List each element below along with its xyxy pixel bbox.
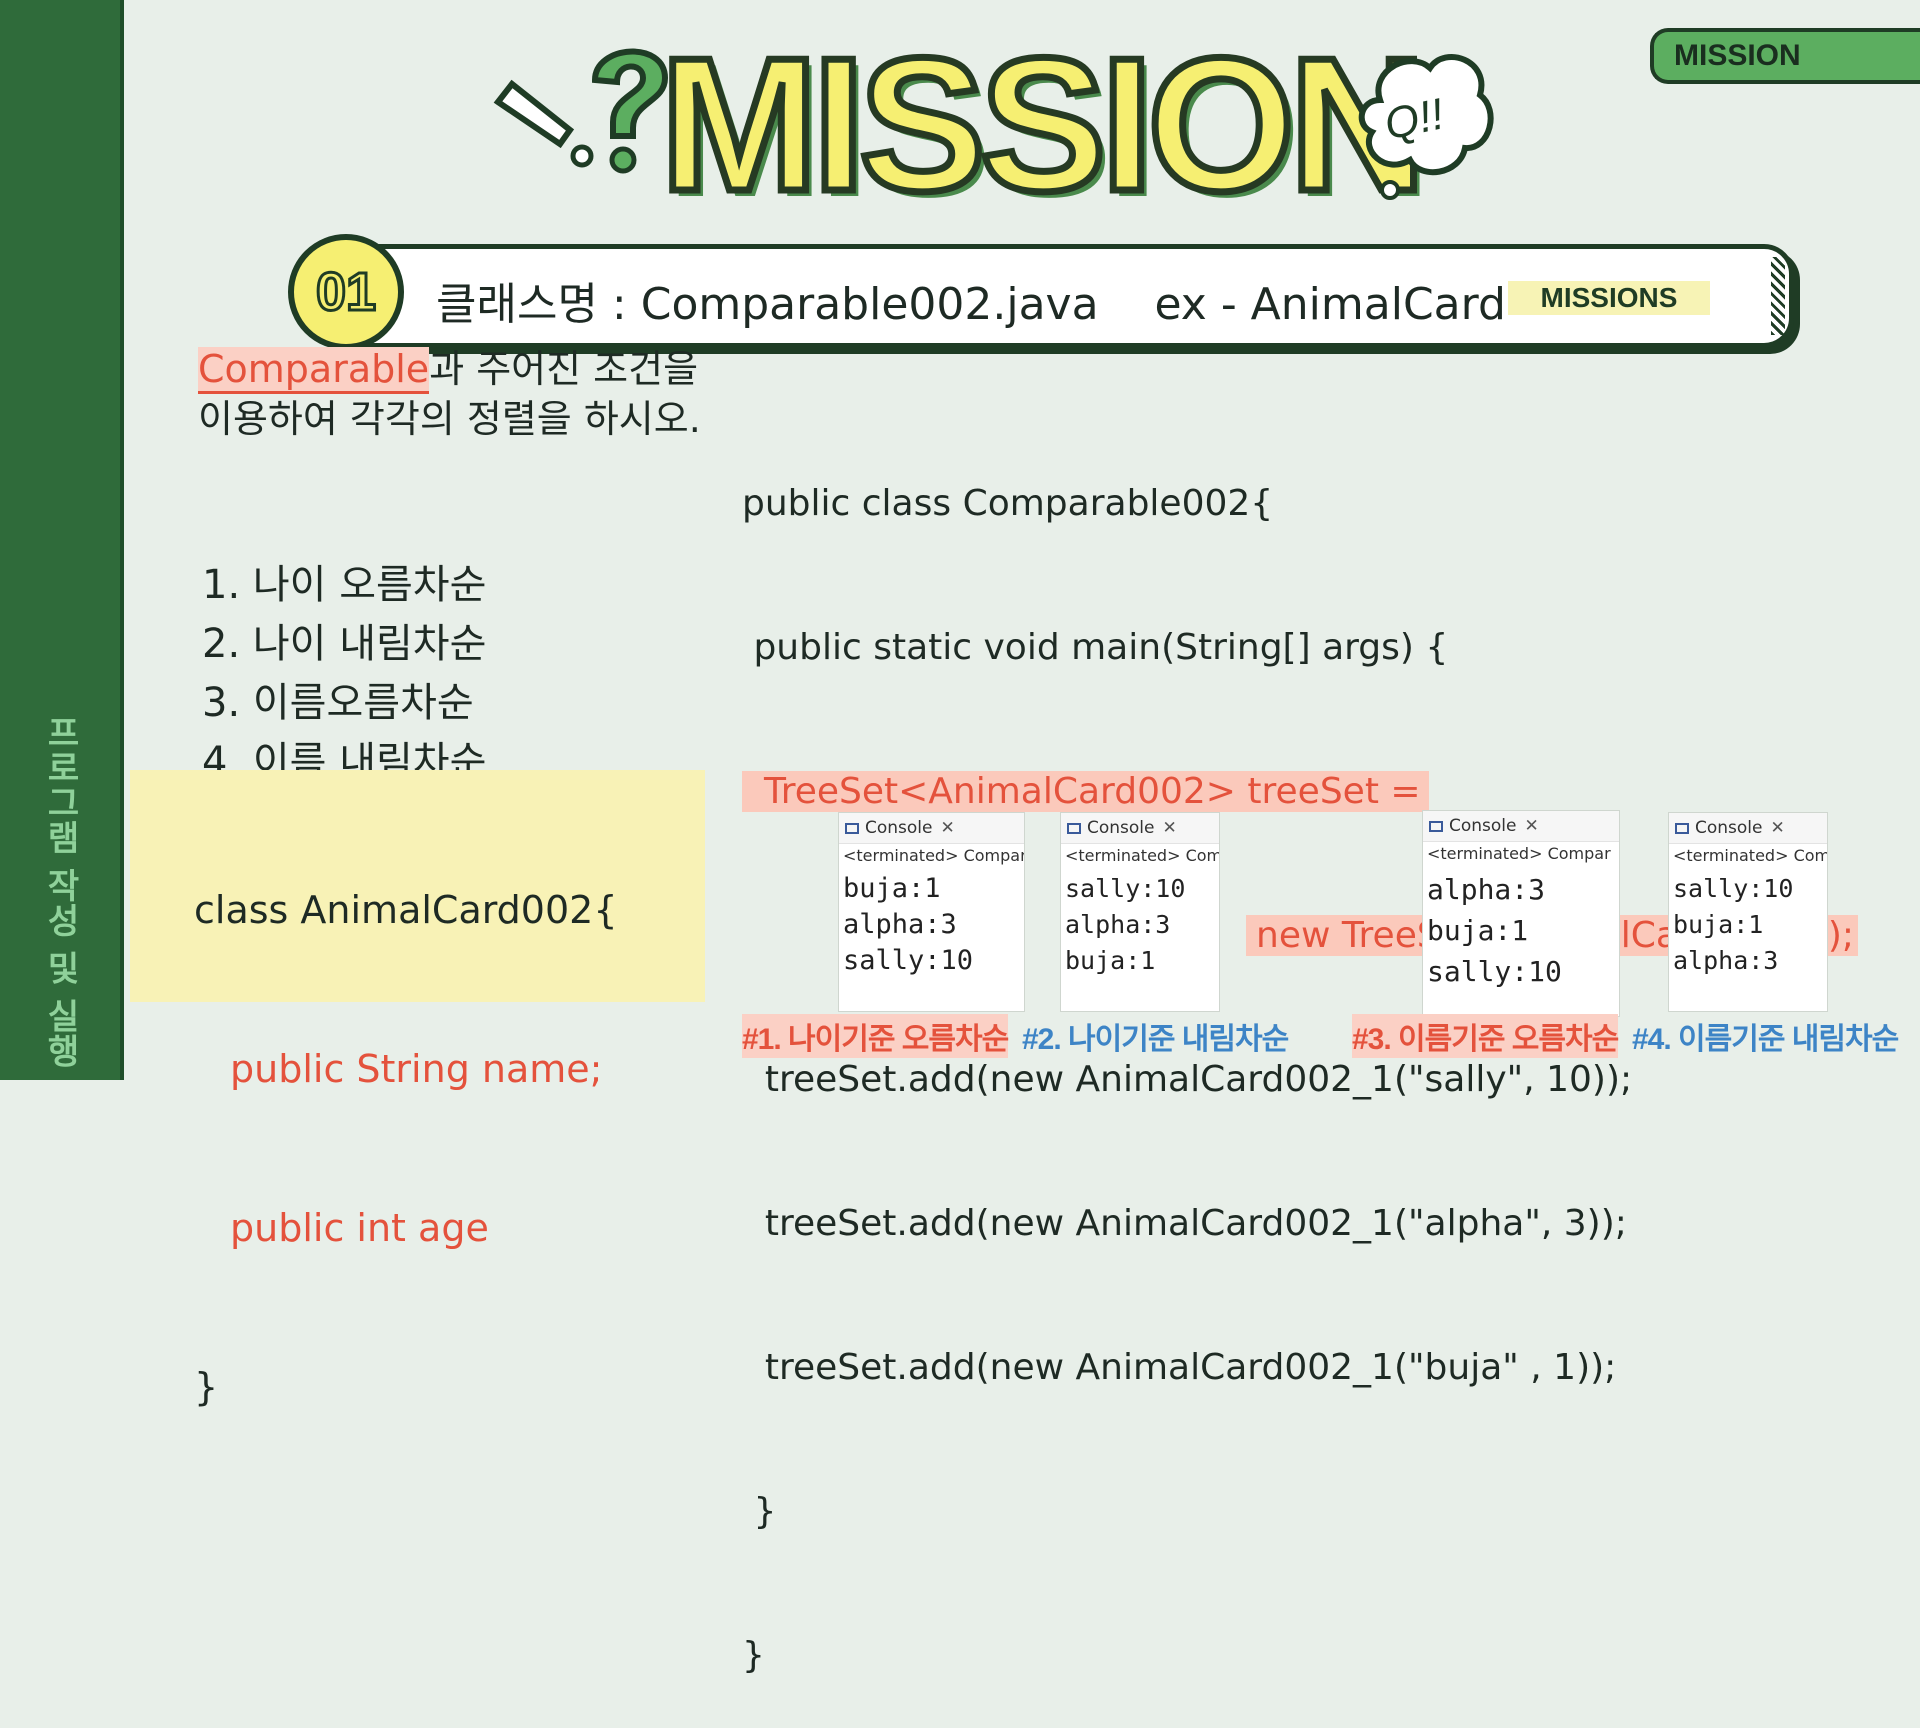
caption-2: #2. 나이기준 내림차순 (1022, 1023, 1289, 1056)
console-output: sally:10 alpha:3 buja:1 (1065, 874, 1186, 975)
console-panel: Console ✕ <terminated> Comp sally:10 alph… (1060, 812, 1220, 1012)
console-tab[interactable]: Console ✕ (1061, 813, 1219, 844)
close-icon[interactable]: ✕ (1771, 818, 1785, 838)
class-code: class AnimalCard002{ public String name;… (194, 778, 618, 1467)
mission-header: MISSION Q!! (480, 20, 1500, 230)
instructions: Comparable과 주어진 조건을 이용하여 각각의 정렬을 하시오. (198, 344, 701, 444)
close-icon[interactable]: ✕ (1525, 816, 1539, 836)
terminated-label: <terminated> Comp (1065, 846, 1219, 865)
class-code-line: } (194, 1365, 219, 1409)
console-tab-label: Console (865, 818, 933, 838)
exclamation-icon (493, 79, 594, 168)
sidebar: 프로그램 작성 및 실행 (0, 0, 124, 1080)
console-tab-label: Console (1695, 818, 1763, 838)
missions-label: MISSIONS (1508, 281, 1710, 315)
console-tab[interactable]: Console ✕ (839, 813, 1024, 844)
console-panel: Console ✕ <terminated> Comp sally:10 buja… (1668, 812, 1828, 1012)
code-line: public class Comparable002{ (742, 483, 1274, 524)
sidebar-vertical-text: 프로그램 작성 및 실행 (40, 715, 80, 1069)
code-line: public static void main(String[] args) { (742, 627, 1449, 668)
console-tab[interactable]: Console ✕ (1669, 813, 1827, 844)
list-item: 1. 나이 오름차순 (202, 562, 487, 608)
caption-4: #4. 이름기준 내림차순 (1632, 1023, 1899, 1056)
console-panel: Console ✕ <terminated> Compara buja:1 alp… (838, 812, 1025, 1012)
console-output: buja:1 alpha:3 sally:10 (843, 873, 974, 976)
list-item: 2. 나이 내림차순 (202, 621, 487, 667)
console-output: alpha:3 buja:1 sally:10 (1427, 873, 1562, 988)
mission-title: MISSION (656, 19, 1429, 231)
mission-tag: MISSION (1650, 28, 1920, 84)
code-line: } (742, 1491, 777, 1532)
console-tab-label: Console (1449, 816, 1517, 836)
mission-number-badge: 01 (288, 234, 404, 350)
terminated-label: <terminated> Comp (1673, 846, 1827, 865)
console-icon (845, 822, 859, 834)
class-code-line: public int age (230, 1206, 489, 1250)
code-line: treeSet.add(new AnimalCard002_1("alpha",… (742, 1203, 1627, 1244)
sort-list: 1. 나이 오름차순 2. 나이 내림차순 3. 이름오름차순 4. 이름 내림… (202, 556, 486, 792)
console-icon (1067, 822, 1081, 834)
terminated-label: <terminated> Compara (843, 846, 1024, 865)
list-item: 3. 이름오름차순 (202, 680, 474, 726)
close-icon[interactable]: ✕ (941, 818, 955, 838)
console-tab-label: Console (1087, 818, 1155, 838)
code-line-highlight: TreeSet<AnimalCard002> treeSet = (742, 771, 1429, 812)
banner-stripes (1771, 257, 1785, 335)
comparable-highlight: Comparable (198, 347, 430, 394)
console-output: sally:10 buja:1 alpha:3 (1673, 874, 1794, 975)
code-line: treeSet.add(new AnimalCard002_1("sally",… (742, 1059, 1633, 1100)
code-line: } (742, 1635, 765, 1676)
console-icon (1675, 822, 1689, 834)
terminated-label: <terminated> Compar (1427, 844, 1611, 863)
console-panel: Console ✕ <terminated> Compar alpha:3 buj… (1422, 810, 1620, 1017)
close-icon[interactable]: ✕ (1163, 818, 1177, 838)
code-line: treeSet.add(new AnimalCard002_1("buja" ,… (742, 1347, 1617, 1388)
class-code-line: class AnimalCard002{ (194, 888, 618, 932)
console-icon (1429, 820, 1443, 832)
class-code-line: public String name; (230, 1047, 603, 1091)
instruction-line1-rest: 과 주어진 조건을 (429, 347, 699, 391)
instruction-line2: 이용하여 각각의 정렬을 하시오. (198, 397, 701, 441)
banner-title: 클래스명 : Comparable002.java ex - AnimalCar… (436, 279, 1506, 330)
console-tab[interactable]: Console ✕ (1423, 811, 1619, 842)
caption-3: #3. 이름기준 오름차순 (1352, 1014, 1619, 1058)
caption-1: #1. 나이기준 오름차순 (742, 1014, 1009, 1058)
